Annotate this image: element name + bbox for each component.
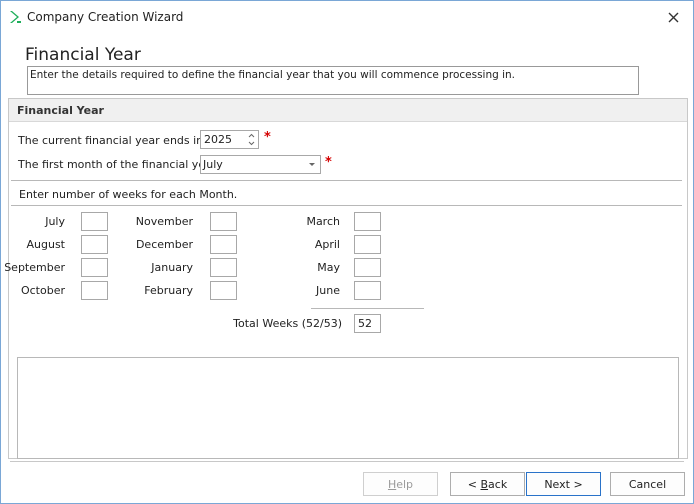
month-label-july: July <box>45 215 65 228</box>
month-label-december: December <box>135 238 193 251</box>
window-title: Company Creation Wizard <box>27 10 184 24</box>
weeks-input-august[interactable] <box>81 235 108 254</box>
weeks-input-may[interactable] <box>354 258 381 277</box>
required-marker: * <box>325 155 332 170</box>
spinner-up-button[interactable] <box>247 131 255 139</box>
dropdown-arrow-icon <box>309 163 315 166</box>
next-button[interactable]: Next > <box>526 472 601 496</box>
weeks-input-november[interactable] <box>210 212 237 231</box>
notes-area <box>17 357 679 459</box>
spinner-buttons <box>244 131 258 148</box>
page-title: Financial Year <box>25 45 141 65</box>
first-month-select[interactable]: July <box>200 155 321 174</box>
current-year-value: 2025 <box>204 133 232 146</box>
month-label-october: October <box>20 284 65 297</box>
weeks-input-february[interactable] <box>210 281 237 300</box>
divider <box>11 205 682 206</box>
page-description: Enter the details required to define the… <box>27 66 639 95</box>
close-button[interactable] <box>663 7 683 27</box>
wizard-window: Company Creation Wizard Financial Year E… <box>0 0 694 504</box>
month-label-september: September <box>4 261 65 274</box>
title-bar: Company Creation Wizard <box>1 1 693 33</box>
weeks-instruction: Enter number of weeks for each Month. <box>19 188 238 201</box>
month-label-june: June <box>316 284 340 297</box>
weeks-input-june[interactable] <box>354 281 381 300</box>
chevron-down-icon <box>248 141 254 145</box>
current-year-spinner[interactable]: 2025 <box>200 130 259 149</box>
month-label-february: February <box>144 284 193 297</box>
current-year-label: The current financial year ends in <box>18 134 204 147</box>
help-button-label: Help <box>387 477 414 491</box>
total-divider <box>311 308 424 309</box>
first-month-value: July <box>203 158 223 171</box>
month-label-november: November <box>135 215 193 228</box>
spinner-down-button[interactable] <box>247 139 255 147</box>
app-logo-icon <box>10 11 21 23</box>
month-label-august: August <box>26 238 66 251</box>
footer-divider <box>10 461 684 462</box>
month-label-april: April <box>314 238 340 251</box>
weeks-input-january[interactable] <box>210 258 237 277</box>
first-month-label: The first month of the financial year is <box>18 158 229 171</box>
weeks-input-december[interactable] <box>210 235 237 254</box>
back-button-label: < Back <box>467 477 508 491</box>
divider <box>11 180 682 181</box>
panel-header: Financial Year <box>9 99 687 122</box>
weeks-input-october[interactable] <box>81 281 108 300</box>
weeks-input-july[interactable] <box>81 212 108 231</box>
close-icon <box>668 12 678 22</box>
weeks-input-april[interactable] <box>354 235 381 254</box>
month-label-march: March <box>306 215 340 228</box>
month-label-january: January <box>151 261 193 274</box>
required-marker: * <box>264 130 271 145</box>
chevron-up-icon <box>248 133 254 137</box>
cancel-button[interactable]: Cancel <box>610 472 685 496</box>
total-weeks-value <box>354 314 381 333</box>
total-weeks-label: Total Weeks (52/53) <box>233 317 342 330</box>
weeks-input-march[interactable] <box>354 212 381 231</box>
weeks-input-september[interactable] <box>81 258 108 277</box>
help-button[interactable]: Help <box>363 472 438 496</box>
back-button[interactable]: < Back <box>450 472 525 496</box>
month-label-may: May <box>317 261 340 274</box>
